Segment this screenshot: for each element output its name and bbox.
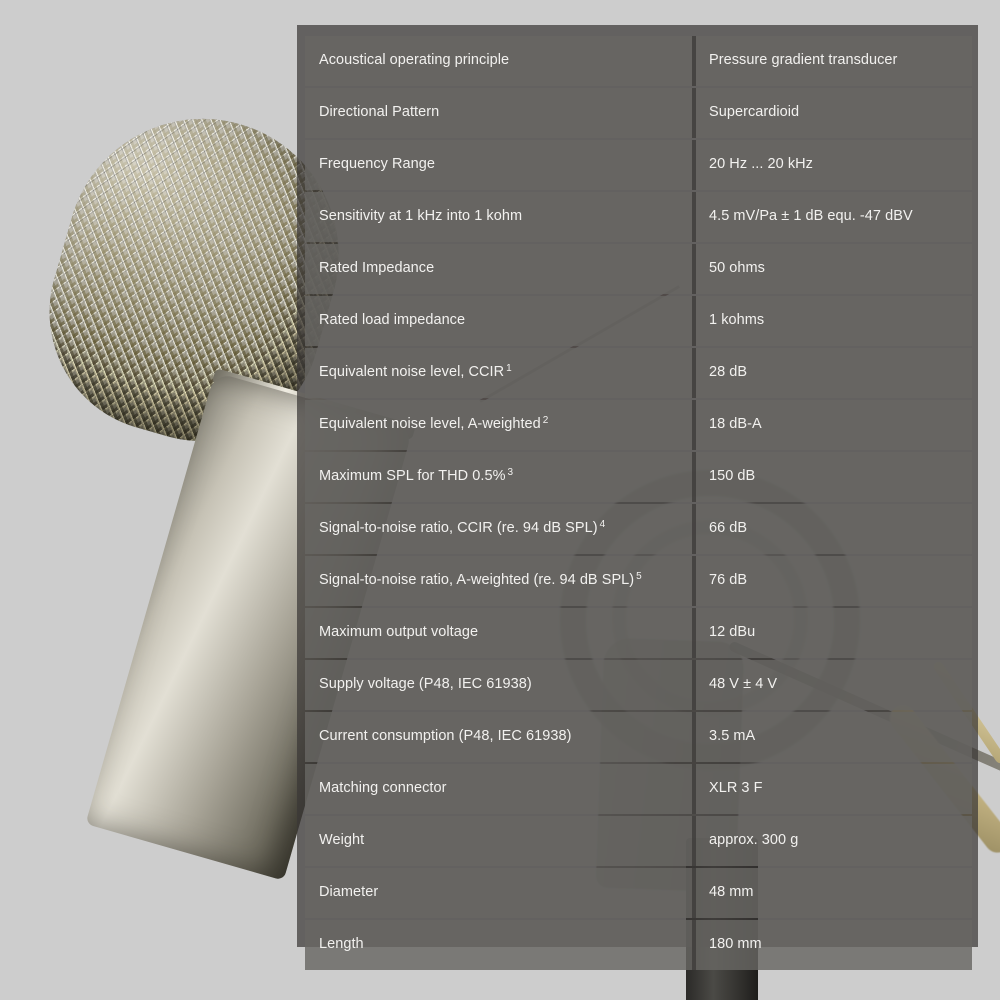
specifications-table: Acoustical operating principle Pressure g…	[305, 34, 972, 972]
spec-parameter-label: Diameter	[319, 884, 379, 901]
table-row: Diameter 48 mm	[305, 868, 972, 918]
specifications-panel: Acoustical operating principle Pressure g…	[297, 25, 978, 970]
spec-value-label: XLR 3 F	[709, 780, 763, 797]
spec-parameter-cell: Diameter	[305, 868, 696, 918]
spec-parameter-cell: Signal-to-noise ratio, CCIR (re. 94 dB S…	[305, 504, 696, 554]
spec-value-label: Supercardioid	[709, 104, 800, 121]
spec-parameter-label: Maximum SPL for THD 0.5%	[319, 468, 506, 485]
table-row: Length 180 mm	[305, 920, 972, 970]
spec-parameter-label: Signal-to-noise ratio, A-weighted (re. 9…	[319, 572, 635, 589]
spec-value-cell: 48 mm	[695, 868, 972, 918]
spec-parameter-cell: Equivalent noise level, CCIR 1	[305, 348, 696, 398]
spec-parameter-cell: Length	[305, 920, 696, 970]
spec-parameter-label: Rated Impedance	[319, 260, 435, 277]
spec-parameter-label: Matching connector	[319, 780, 447, 797]
spec-value-label: 150 dB	[709, 468, 756, 485]
table-row: Sensitivity at 1 kHz into 1 kohm 4.5 mV/P…	[305, 192, 972, 242]
footnote-marker: 1	[506, 362, 512, 374]
spec-parameter-cell: Acoustical operating principle	[305, 36, 696, 86]
spec-value-cell: 20 Hz ... 20 kHz	[695, 140, 972, 190]
spec-value-cell: 18 dB-A	[695, 400, 972, 450]
spec-value-cell: Supercardioid	[695, 88, 972, 138]
spec-parameter-cell: Rated Impedance	[305, 244, 696, 294]
spec-parameter-label: Sensitivity at 1 kHz into 1 kohm	[319, 208, 523, 225]
spec-value-label: 28 dB	[709, 364, 748, 381]
spec-value-label: approx. 300 g	[709, 832, 799, 849]
spec-value-label: 48 mm	[709, 884, 754, 901]
spec-value-cell: 150 dB	[695, 452, 972, 502]
spec-parameter-label: Length	[319, 936, 364, 953]
spec-value-label: 180 mm	[709, 936, 762, 953]
spec-value-cell: 12 dBu	[695, 608, 972, 658]
spec-parameter-label: Frequency Range	[319, 156, 436, 173]
table-row: Rated load impedance 1 kohms	[305, 296, 972, 346]
spec-parameter-cell: Sensitivity at 1 kHz into 1 kohm	[305, 192, 696, 242]
spec-value-cell: 48 V ± 4 V	[695, 660, 972, 710]
spec-value-label: 50 ohms	[709, 260, 765, 277]
spec-value-cell: 76 dB	[695, 556, 972, 606]
table-row: Frequency Range 20 Hz ... 20 kHz	[305, 140, 972, 190]
spec-parameter-label: Signal-to-noise ratio, CCIR (re. 94 dB S…	[319, 520, 598, 537]
spec-parameter-cell: Maximum output voltage	[305, 608, 696, 658]
spec-value-label: 76 dB	[709, 572, 748, 589]
spec-parameter-label: Rated load impedance	[319, 312, 466, 329]
table-row: Weight approx. 300 g	[305, 816, 972, 866]
spec-parameter-cell: Weight	[305, 816, 696, 866]
spec-value-label: 1 kohms	[709, 312, 765, 329]
spec-value-label: Pressure gradient transducer	[709, 52, 898, 69]
spec-parameter-cell: Signal-to-noise ratio, A-weighted (re. 9…	[305, 556, 696, 606]
spec-parameter-cell: Rated load impedance	[305, 296, 696, 346]
footnote-marker: 4	[599, 518, 606, 530]
specifications-table-body: Acoustical operating principle Pressure g…	[305, 36, 972, 970]
spec-value-cell: Pressure gradient transducer	[695, 36, 972, 86]
table-row: Equivalent noise level, CCIR 1 28 dB	[305, 348, 972, 398]
spec-value-cell: 3.5 mA	[695, 712, 972, 762]
footnote-marker: 3	[507, 466, 514, 478]
spec-value-cell: approx. 300 g	[695, 816, 972, 866]
spec-parameter-label: Equivalent noise level, A-weighted	[319, 416, 541, 433]
spec-value-cell: 4.5 mV/Pa ± 1 dB equ. -47 dBV	[695, 192, 972, 242]
spec-value-label: 48 V ± 4 V	[709, 676, 778, 693]
spec-parameter-label: Maximum output voltage	[319, 624, 479, 641]
spec-value-label: 18 dB-A	[709, 416, 762, 433]
spec-value-cell: 28 dB	[695, 348, 972, 398]
spec-parameter-cell: Current consumption (P48, IEC 61938)	[305, 712, 696, 762]
spec-parameter-label: Current consumption (P48, IEC 61938)	[319, 728, 572, 745]
footnote-marker: 5	[636, 570, 642, 582]
table-row: Acoustical operating principle Pressure g…	[305, 36, 972, 86]
table-row: Supply voltage (P48, IEC 61938) 48 V ± 4 …	[305, 660, 972, 710]
spec-parameter-label: Acoustical operating principle	[319, 52, 510, 69]
spec-parameter-label: Equivalent noise level, CCIR	[319, 364, 505, 381]
spec-value-label: 3.5 mA	[709, 728, 756, 745]
spec-value-label: 12 dBu	[709, 624, 756, 641]
spec-value-label: 66 dB	[709, 520, 748, 537]
table-row: Maximum SPL for THD 0.5% 3 150 dB	[305, 452, 972, 502]
footnote-marker: 2	[542, 414, 549, 426]
spec-parameter-label: Directional Pattern	[319, 104, 440, 121]
spec-value-cell: 180 mm	[695, 920, 972, 970]
table-row: Equivalent noise level, A-weighted 2 18 dB…	[305, 400, 972, 450]
spec-parameter-cell: Directional Pattern	[305, 88, 696, 138]
spec-value-cell: 66 dB	[695, 504, 972, 554]
spec-value-label: 20 Hz ... 20 kHz	[709, 156, 813, 173]
table-row: Maximum output voltage 12 dBu	[305, 608, 972, 658]
spec-parameter-label: Weight	[319, 832, 365, 849]
table-row: Directional Pattern Supercardioid	[305, 88, 972, 138]
spec-parameter-label: Supply voltage (P48, IEC 61938)	[319, 676, 532, 693]
spec-parameter-cell: Matching connector	[305, 764, 696, 814]
spec-value-cell: XLR 3 F	[695, 764, 972, 814]
table-row: Rated Impedance 50 ohms	[305, 244, 972, 294]
spec-parameter-cell: Equivalent noise level, A-weighted 2	[305, 400, 696, 450]
spec-value-cell: 50 ohms	[695, 244, 972, 294]
table-row: Matching connector XLR 3 F	[305, 764, 972, 814]
table-row: Signal-to-noise ratio, A-weighted (re. 9…	[305, 556, 972, 606]
table-row: Current consumption (P48, IEC 61938) 3.5 …	[305, 712, 972, 762]
spec-parameter-cell: Maximum SPL for THD 0.5% 3	[305, 452, 696, 502]
spec-parameter-cell: Supply voltage (P48, IEC 61938)	[305, 660, 696, 710]
spec-value-cell: 1 kohms	[695, 296, 972, 346]
spec-parameter-cell: Frequency Range	[305, 140, 696, 190]
spec-value-label: 4.5 mV/Pa ± 1 dB equ. -47 dBV	[709, 208, 913, 225]
table-row: Signal-to-noise ratio, CCIR (re. 94 dB S…	[305, 504, 972, 554]
